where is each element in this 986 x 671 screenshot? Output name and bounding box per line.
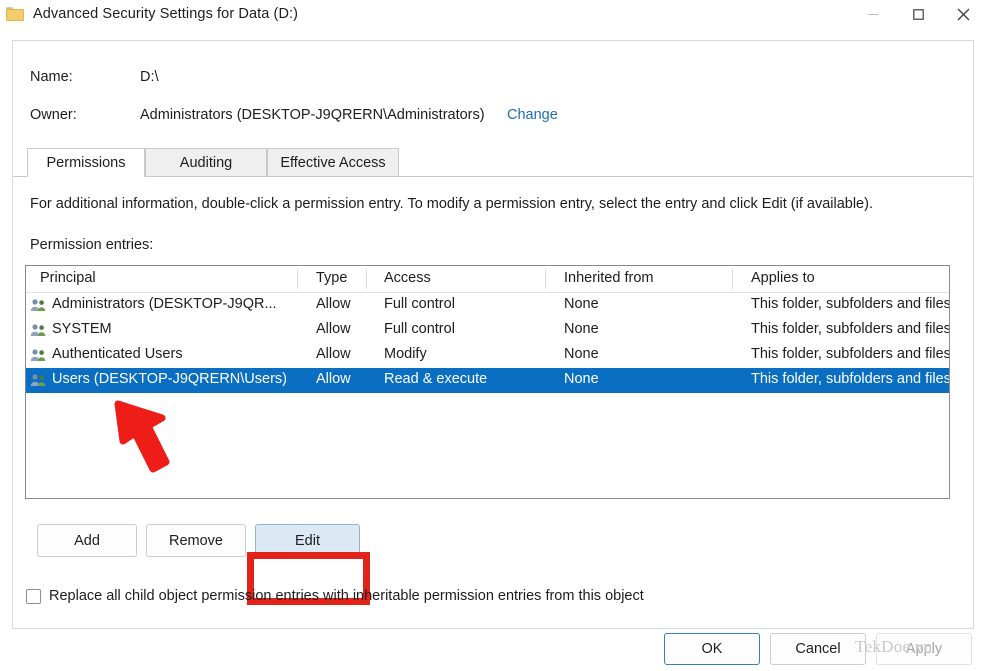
title-bar: Advanced Security Settings for Data (D:)	[0, 0, 986, 28]
replace-child-permissions-option[interactable]: Replace all child object permission entr…	[26, 588, 644, 604]
cell-principal: Authenticated Users	[52, 346, 183, 362]
dialog-panel: Name: D:\ Owner: Administrators (DESKTOP…	[12, 40, 974, 629]
column-divider	[297, 269, 298, 289]
name-value: D:\	[140, 69, 159, 85]
cell-applies-to: This folder, subfolders and files	[751, 321, 950, 337]
permission-entries-list[interactable]: Principal Type Access Inherited from App…	[25, 265, 950, 499]
replace-child-permissions-checkbox[interactable]	[26, 589, 41, 604]
table-row[interactable]: Administrators (DESKTOP-J9QR... Allow Fu…	[26, 293, 949, 318]
column-divider	[366, 269, 367, 289]
minimize-button[interactable]	[851, 0, 896, 28]
entries-label: Permission entries:	[30, 237, 153, 253]
table-row-selected[interactable]: Users (DESKTOP-J9QRERN\Users) Allow Read…	[26, 368, 949, 393]
window-controls	[851, 0, 986, 28]
column-divider	[732, 269, 733, 289]
cell-access: Full control	[384, 321, 455, 337]
window-title: Advanced Security Settings for Data (D:)	[33, 6, 298, 22]
add-button[interactable]: Add	[37, 524, 137, 557]
column-header-access[interactable]: Access	[384, 270, 431, 286]
folder-icon	[6, 7, 24, 21]
cell-inherited-from: None	[564, 371, 599, 387]
column-header-principal[interactable]: Principal	[40, 270, 96, 286]
replace-child-permissions-label: Replace all child object permission entr…	[49, 588, 644, 604]
tab-effective-access[interactable]: Effective Access	[267, 148, 399, 177]
cell-applies-to: This folder, subfolders and files	[751, 346, 950, 362]
cell-inherited-from: None	[564, 321, 599, 337]
change-owner-link[interactable]: Change	[507, 107, 558, 123]
column-divider	[545, 269, 546, 289]
cell-type: Allow	[316, 371, 351, 387]
cell-principal: SYSTEM	[52, 321, 112, 337]
owner-label: Owner:	[30, 107, 77, 123]
tab-permissions-label: Permissions	[47, 155, 126, 171]
tab-effective-access-label: Effective Access	[280, 155, 385, 171]
cell-applies-to: This folder, subfolders and files	[751, 371, 950, 387]
users-icon	[30, 298, 47, 313]
tab-permissions[interactable]: Permissions	[27, 148, 145, 177]
owner-value: Administrators (DESKTOP-J9QRERN\Administ…	[140, 107, 485, 123]
users-icon	[30, 373, 47, 388]
cell-access: Modify	[384, 346, 427, 362]
tab-strip: Permissions Auditing Effective Access	[13, 148, 973, 177]
cell-access: Full control	[384, 296, 455, 312]
cancel-button[interactable]: Cancel	[770, 633, 866, 665]
maximize-button[interactable]	[896, 0, 941, 28]
table-row[interactable]: SYSTEM Allow Full control None This fold…	[26, 318, 949, 343]
edit-button[interactable]: Edit	[255, 524, 360, 557]
cell-inherited-from: None	[564, 296, 599, 312]
close-button[interactable]	[941, 0, 986, 28]
ok-button[interactable]: OK	[664, 633, 760, 665]
cell-principal: Users (DESKTOP-J9QRERN\Users)	[52, 371, 287, 387]
cell-inherited-from: None	[564, 346, 599, 362]
cell-type: Allow	[316, 346, 351, 362]
cell-principal: Administrators (DESKTOP-J9QR...	[52, 296, 277, 312]
remove-button[interactable]: Remove	[146, 524, 246, 557]
info-text: For additional information, double-click…	[30, 196, 873, 212]
users-icon	[30, 348, 47, 363]
name-label: Name:	[30, 69, 73, 85]
tab-auditing-label: Auditing	[180, 155, 232, 171]
apply-button[interactable]: Apply	[876, 633, 972, 665]
cell-applies-to: This folder, subfolders and files	[751, 296, 950, 312]
column-header-applies-to[interactable]: Applies to	[751, 270, 815, 286]
cell-type: Allow	[316, 296, 351, 312]
table-header-row: Principal Type Access Inherited from App…	[26, 266, 949, 293]
users-icon	[30, 323, 47, 338]
cell-type: Allow	[316, 321, 351, 337]
column-header-inherited-from[interactable]: Inherited from	[564, 270, 653, 286]
table-row[interactable]: Authenticated Users Allow Modify None Th…	[26, 343, 949, 368]
cell-access: Read & execute	[384, 371, 487, 387]
tab-auditing[interactable]: Auditing	[145, 148, 267, 177]
column-header-type[interactable]: Type	[316, 270, 347, 286]
